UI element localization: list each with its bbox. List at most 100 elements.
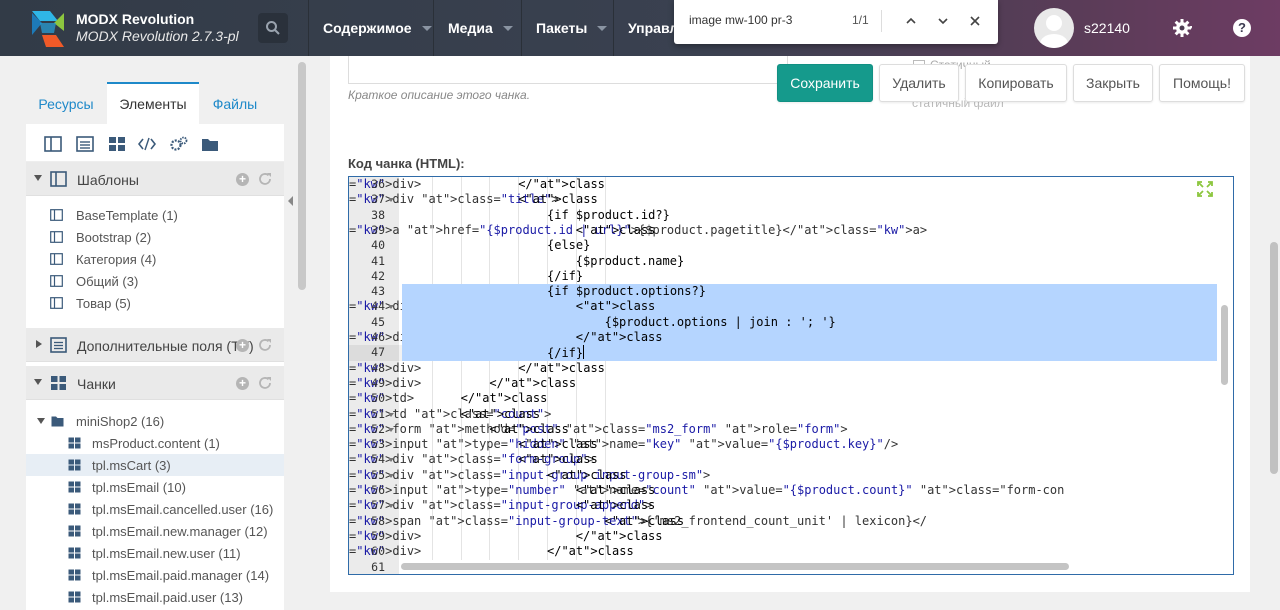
code-line[interactable]: 47 {/if} <box>349 345 1233 361</box>
editor-vertical-scrollbar[interactable] <box>1221 305 1228 385</box>
list-item[interactable]: tpl.msCart (3) <box>26 454 284 476</box>
template-icon <box>50 209 63 221</box>
code-line[interactable]: 43 {if $product.options?} <box>349 284 1233 300</box>
tab-resources[interactable]: Ресурсы <box>26 82 106 124</box>
code-line[interactable]: 53 <"at">class ="kw">input "at">type="hidd… <box>349 437 1233 452</box>
code-line[interactable]: 40 {else} <box>349 238 1233 253</box>
code-line[interactable]: 51 <"at">class ="kw">td "at">class="count"… <box>349 407 1233 422</box>
code-line[interactable]: 55 <"at">class ="kw">div "at">class="input… <box>349 468 1233 483</box>
code-line[interactable]: 50 </"at">class ="kw">td> <box>349 391 1233 406</box>
modx-logo-icon[interactable] <box>28 9 68 49</box>
code-line[interactable]: 38 {if $product.id?} <box>349 208 1233 223</box>
code-line[interactable]: 46</"at">class="kw">div> <box>349 330 1233 346</box>
refresh-icon[interactable] <box>258 172 272 186</box>
fold-toggle-icon[interactable] <box>388 427 394 432</box>
list-item[interactable]: tpl.msEmail.cancelled.user (16) <box>26 498 284 520</box>
avatar[interactable] <box>1034 8 1074 48</box>
code-line[interactable]: 49 </"at">class ="kw">div> <box>349 376 1233 391</box>
category-item[interactable]: miniShop2 (16) <box>26 410 284 432</box>
code-line[interactable]: 56 <"at">class ="kw">input "at">type="numb… <box>349 483 1233 498</box>
list-item[interactable]: tpl.msEmail.new.manager (12) <box>26 520 284 542</box>
fold-toggle-icon[interactable] <box>388 473 394 478</box>
top-bar: MODX Revolution MODX Revolution 2.7.3-pl… <box>0 0 1280 56</box>
list-item[interactable]: tpl.msEmail.paid.user (13) <box>26 586 284 608</box>
nav-content[interactable]: Содержимое <box>308 0 432 56</box>
code-line[interactable]: 36 </"at">class ="kw">div> <box>349 177 1233 192</box>
template-icon <box>50 297 63 309</box>
search-button[interactable] <box>258 13 288 43</box>
line-number: 61 <box>371 559 385 574</box>
fold-toggle-icon[interactable] <box>388 198 394 203</box>
code-line[interactable]: 59 </"at">class ="kw">div> <box>349 529 1233 544</box>
new-snippet-icon[interactable] <box>138 136 156 152</box>
code-line[interactable]: 45 {$product.options | join : '; '} <box>349 314 1233 330</box>
list-item[interactable]: msProduct.content (1) <box>26 432 284 454</box>
nav-packages[interactable]: Пакеты <box>521 0 613 56</box>
code-line[interactable]: 54 <"at">class ="kw">div "at">class="form-… <box>349 452 1233 467</box>
list-item[interactable]: tpl.msEmail (10) <box>26 476 284 498</box>
section-templates[interactable]: Шаблоны + <box>26 162 284 196</box>
fullscreen-icon[interactable] <box>1197 181 1213 197</box>
find-input[interactable]: image mw-100 pr-3 <box>689 13 792 27</box>
list-item[interactable]: tpl.msEmail.paid.manager (14) <box>26 564 284 586</box>
list-item[interactable]: Товар (5) <box>26 292 284 314</box>
list-item[interactable]: Общий (3) <box>26 270 284 292</box>
gear-icon[interactable] <box>1172 18 1192 38</box>
left-scrollbar[interactable] <box>298 62 306 290</box>
add-icon[interactable]: + <box>236 377 249 390</box>
code-line[interactable]: 60 </"at">class ="kw">div> <box>349 544 1233 559</box>
refresh-icon[interactable] <box>258 376 272 390</box>
line-number: 52 <box>371 421 385 436</box>
save-button[interactable]: Сохранить <box>777 64 873 102</box>
new-tv-icon[interactable] <box>76 136 94 152</box>
category-item-label: miniShop2 (16) <box>76 414 165 429</box>
list-item[interactable]: Категория (4) <box>26 248 284 270</box>
new-chunk-icon[interactable] <box>108 136 126 152</box>
collapse-panel-icon[interactable] <box>288 196 293 206</box>
tab-elements[interactable]: Элементы <box>107 82 199 124</box>
code-line[interactable]: 52 <"at">class ="kw">form "at">method="pos… <box>349 422 1233 437</box>
username[interactable]: s22140 <box>1084 20 1130 36</box>
nav-media[interactable]: Медиа <box>433 0 521 56</box>
add-icon[interactable]: + <box>236 173 249 186</box>
code-editor[interactable]: 36 </"at">class ="kw">div> 37 <"at">class ="k… <box>348 176 1234 575</box>
list-item[interactable]: Bootstrap (2) <box>26 226 284 248</box>
code-line[interactable]: 48 </"at">class ="kw">div> <box>349 361 1233 376</box>
help-icon[interactable]: ? <box>1233 19 1251 37</box>
list-item[interactable]: BaseTemplate (1) <box>26 204 284 226</box>
new-plugin-icon[interactable] <box>170 136 188 152</box>
fold-toggle-icon[interactable] <box>388 458 394 463</box>
editor-horizontal-scrollbar[interactable] <box>401 563 1069 570</box>
code-line[interactable]: 41 {$product.name} <box>349 254 1233 269</box>
new-template-icon[interactable] <box>44 136 62 152</box>
list-item[interactable]: tpl.msEmail.new.user (11) <box>26 542 284 564</box>
find-prev-button[interactable] <box>901 11 921 31</box>
code-line[interactable]: 37 <"at">class ="kw">div "at">class="title… <box>349 192 1233 207</box>
fold-toggle-icon[interactable] <box>388 504 394 509</box>
delete-button[interactable]: Удалить <box>879 64 959 102</box>
page-scrollbar[interactable] <box>1267 56 1280 610</box>
section-chunks[interactable]: Чанки + <box>26 366 284 400</box>
nav-manage[interactable]: Управл <box>613 0 683 56</box>
code-line[interactable]: 44<"at">class="kw">div "at">class="small… <box>349 299 1233 315</box>
close-button[interactable]: Закрыть <box>1073 64 1153 102</box>
new-category-icon[interactable] <box>201 136 219 152</box>
fold-toggle-icon[interactable] <box>388 305 394 310</box>
find-close-button[interactable] <box>965 11 985 31</box>
list-item-label: msProduct.content (1) <box>92 436 220 451</box>
help-button[interactable]: Помощь! <box>1159 64 1245 102</box>
add-icon[interactable]: + <box>236 339 249 352</box>
find-next-button[interactable] <box>933 11 953 31</box>
section-tvs[interactable]: Дополнительные поля (TV) + <box>26 328 284 362</box>
copy-button[interactable]: Копировать <box>965 64 1067 102</box>
description-field[interactable] <box>348 56 788 84</box>
page-scrollbar-thumb[interactable] <box>1270 242 1278 474</box>
code-line[interactable]: 42 {/if} <box>349 269 1233 284</box>
code-line[interactable]: 39 <"at">class ="kw">a "at">href="{$produc… <box>349 223 1233 238</box>
refresh-icon[interactable] <box>258 338 272 352</box>
tab-files[interactable]: Файлы <box>200 82 270 124</box>
code-line[interactable]: 57 <"at">class ="kw">div "at">class="input… <box>349 498 1233 513</box>
code-line[interactable]: 58 <"at">class ="kw">span "at">class="inpu… <box>349 514 1233 529</box>
code-text: <"at">class <box>518 437 598 452</box>
fold-toggle-icon[interactable] <box>388 412 394 417</box>
